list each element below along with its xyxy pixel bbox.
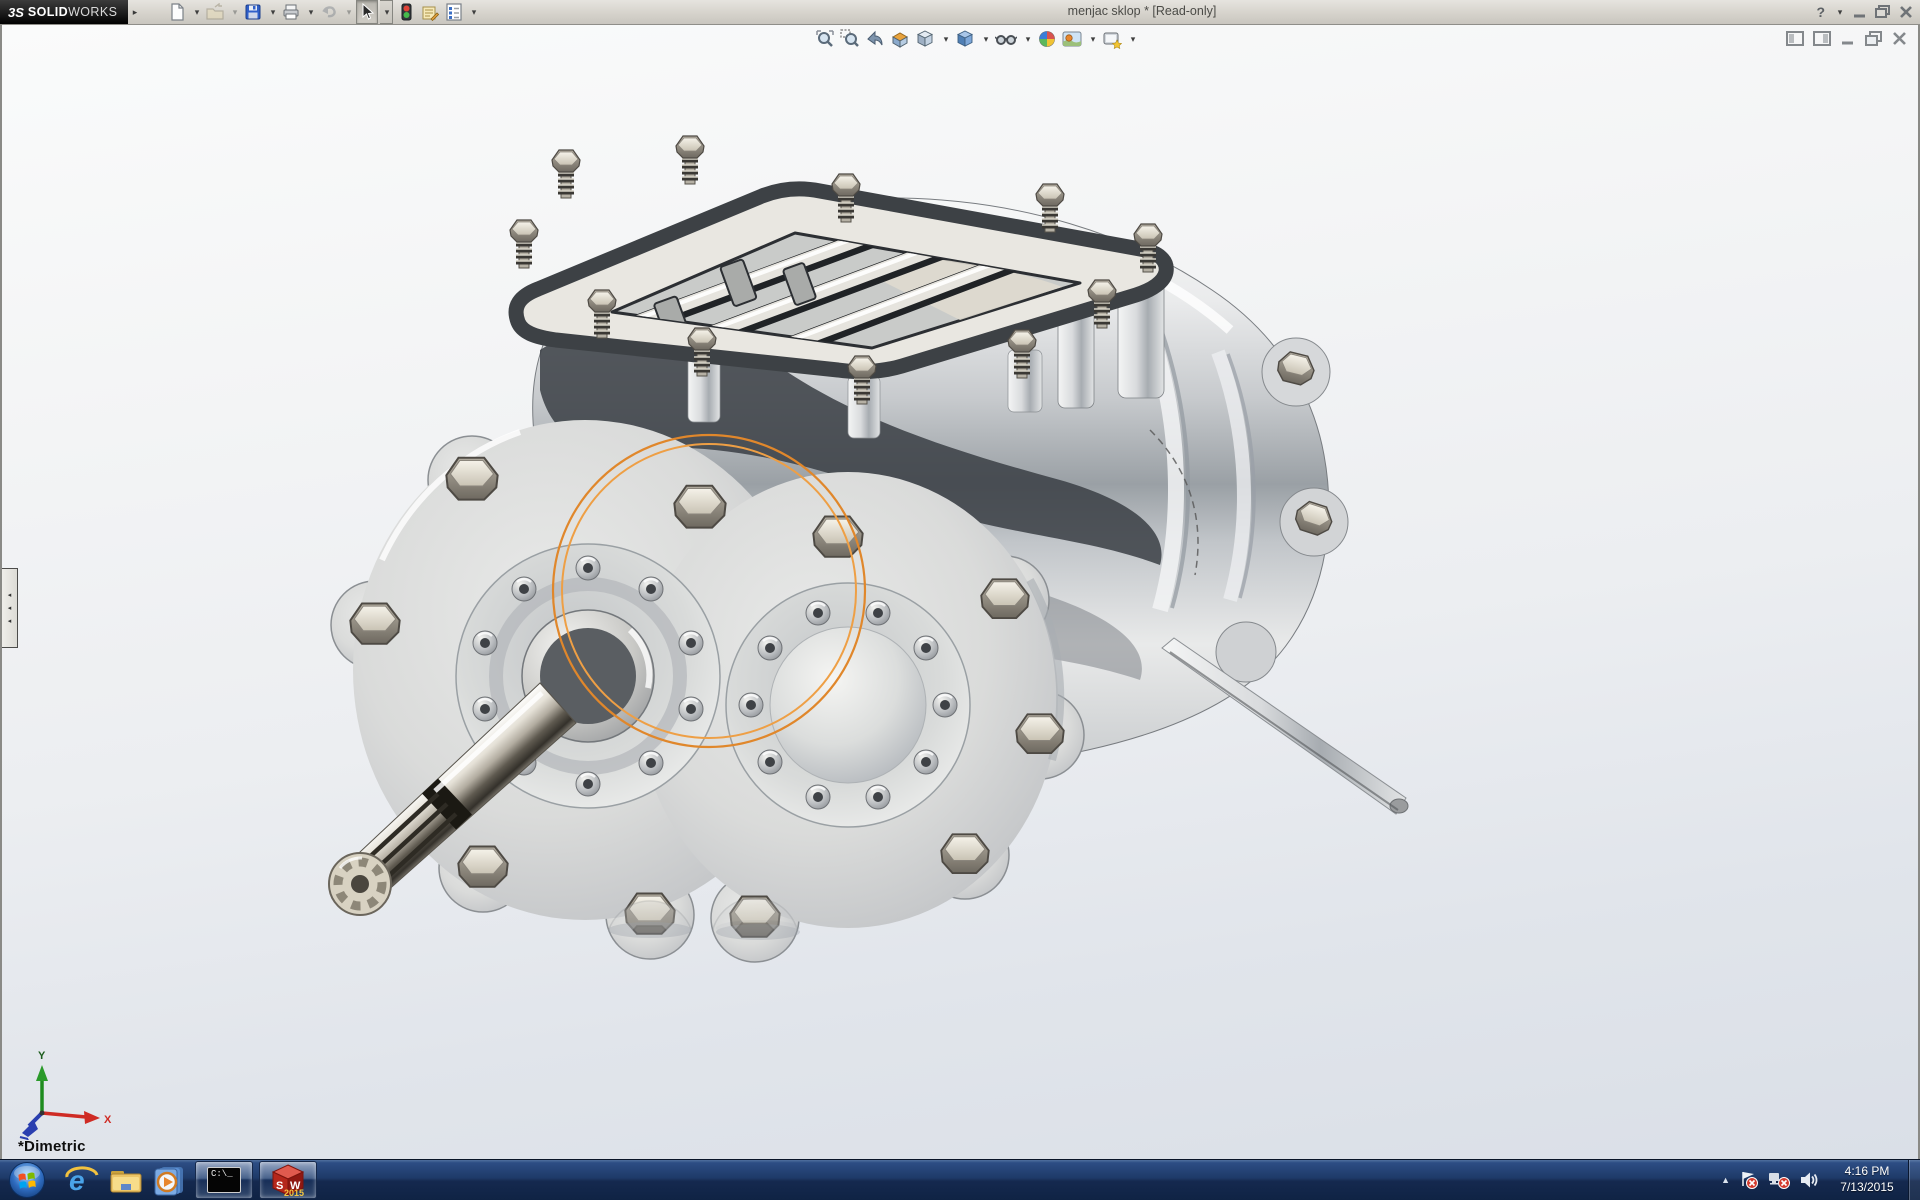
taskbar-solidworks-2015[interactable]: S W 2015 [259, 1161, 317, 1199]
display-style-dropdown[interactable]: ▾ [981, 34, 991, 45]
3d-viewport[interactable]: ▾ ▾ ▾ ▾ ▾ [0, 25, 1920, 1160]
options-button[interactable] [443, 0, 465, 24]
select-dropdown[interactable]: ▾ [380, 0, 393, 24]
solidworks-cube-icon: S W 2015 [270, 1163, 306, 1197]
svg-text:S: S [276, 1180, 283, 1192]
undo-button[interactable] [318, 0, 340, 24]
collapse-right-pane-icon[interactable] [1813, 31, 1831, 46]
svg-text:2015: 2015 [284, 1188, 304, 1197]
show-desktop-button[interactable] [1908, 1160, 1920, 1200]
print-button[interactable] [280, 0, 302, 24]
taskbar-media-player[interactable] [148, 1160, 192, 1200]
triad-y-label: Y [38, 1050, 46, 1062]
hide-show-items-button[interactable] [994, 28, 1018, 50]
window-controls: ? ▾ [1816, 0, 1914, 24]
gearbox-assembly[interactable] [329, 136, 1408, 962]
standard-toolbar: ▾ ▾ ▾ ▾ ▾ ▾ ▾ [166, 0, 479, 24]
heads-up-view-toolbar: ▾ ▾ ▾ ▾ ▾ [814, 28, 1138, 50]
view-orientation-dropdown[interactable]: ▾ [941, 34, 951, 45]
taskbar-command-prompt[interactable]: C:\_ [195, 1161, 253, 1199]
select-button[interactable] [356, 0, 378, 24]
document-restore-icon[interactable] [1865, 31, 1883, 46]
close-icon[interactable] [1899, 5, 1914, 19]
options-dropdown[interactable]: ▾ [469, 7, 479, 18]
command-prompt-icon: C:\_ [207, 1167, 241, 1193]
menu-expand-arrow[interactable]: ▸ [128, 0, 142, 24]
previous-view-button[interactable] [864, 28, 886, 50]
help-icon[interactable]: ? [1816, 4, 1825, 20]
apply-scene-dropdown[interactable]: ▾ [1088, 34, 1098, 45]
edit-appearance-button[interactable] [1036, 28, 1058, 50]
print-dropdown[interactable]: ▾ [306, 7, 316, 18]
volume-icon[interactable] [1799, 1170, 1819, 1190]
display-style-button[interactable] [954, 28, 976, 50]
solidworks-logo: 3S SOLIDWORKS [0, 0, 128, 24]
section-view-button[interactable] [889, 28, 911, 50]
floor-reflection [329, 898, 1408, 1160]
solidworks-window: ▾ ▾ ▾ ▾ ▾ [0, 0, 1920, 1200]
help-dropdown[interactable]: ▾ [1835, 7, 1845, 18]
clock-time: 4:16 PM [1828, 1164, 1906, 1180]
start-button[interactable] [8, 1161, 46, 1199]
document-window-controls [1786, 31, 1908, 46]
left-caret-icon: ◂ [8, 605, 12, 612]
view-settings-dropdown[interactable]: ▾ [1128, 34, 1138, 45]
apply-scene-button[interactable] [1061, 28, 1083, 50]
right-bearing-boss[interactable] [726, 583, 970, 827]
window-title: menjac sklop * [Read-only] [1068, 4, 1217, 18]
new-dropdown[interactable]: ▾ [192, 7, 202, 18]
document-minimize-icon[interactable] [1840, 31, 1856, 46]
view-orientation-button[interactable] [914, 28, 936, 50]
action-center-flag-icon[interactable] [1739, 1170, 1759, 1190]
view-settings-button[interactable] [1101, 28, 1123, 50]
taskbar-internet-explorer[interactable]: e [60, 1160, 104, 1200]
undo-dropdown[interactable]: ▾ [344, 7, 354, 18]
3ds-logo-mark: 3S [8, 5, 24, 20]
network-disconnected-icon[interactable] [1768, 1170, 1790, 1190]
document-close-icon[interactable] [1892, 31, 1908, 46]
brand-bold: SOLID [28, 5, 68, 19]
left-caret-icon: ◂ [8, 592, 12, 599]
left-caret-icon: ◂ [8, 618, 12, 625]
featuremanager-collapsed-tab[interactable]: ◂ ◂ ◂ [2, 568, 18, 648]
taskbar-clock[interactable]: 4:16 PM 7/13/2015 [1828, 1164, 1906, 1195]
save-button[interactable] [242, 0, 264, 24]
title-bar: 3S SOLIDWORKS ▸ ▾ ▾ ▾ ▾ ▾ ▾ [0, 0, 1920, 25]
rebuild-button[interactable] [395, 0, 417, 24]
reference-triad: Y X [8, 1045, 128, 1140]
clock-date: 7/13/2015 [1828, 1180, 1906, 1196]
hidden-icons-arrow[interactable]: ▲ [1721, 1175, 1730, 1185]
open-dropdown[interactable]: ▾ [230, 7, 240, 18]
file-properties-button[interactable] [419, 0, 441, 24]
save-dropdown[interactable]: ▾ [268, 7, 278, 18]
brand-light: WORKS [68, 5, 117, 19]
collapse-left-pane-icon[interactable] [1786, 31, 1804, 46]
zoom-to-area-button[interactable] [839, 28, 861, 50]
hide-show-items-dropdown[interactable]: ▾ [1023, 34, 1033, 45]
gearbox-model-scene [0, 25, 1920, 1160]
triad-x-label: X [104, 1114, 112, 1126]
windows-taskbar: e C:\_ S W 2015 [0, 1159, 1920, 1200]
view-orientation-label: *Dimetric [18, 1138, 86, 1155]
minimize-icon[interactable] [1853, 5, 1867, 19]
open-button[interactable] [204, 0, 226, 24]
new-button[interactable] [166, 0, 188, 24]
taskbar-file-explorer[interactable] [104, 1160, 148, 1200]
restore-icon[interactable] [1875, 5, 1891, 19]
system-tray: ▲ 4:16 PM 7/13/2015 [1721, 1160, 1906, 1200]
zoom-to-fit-button[interactable] [814, 28, 836, 50]
